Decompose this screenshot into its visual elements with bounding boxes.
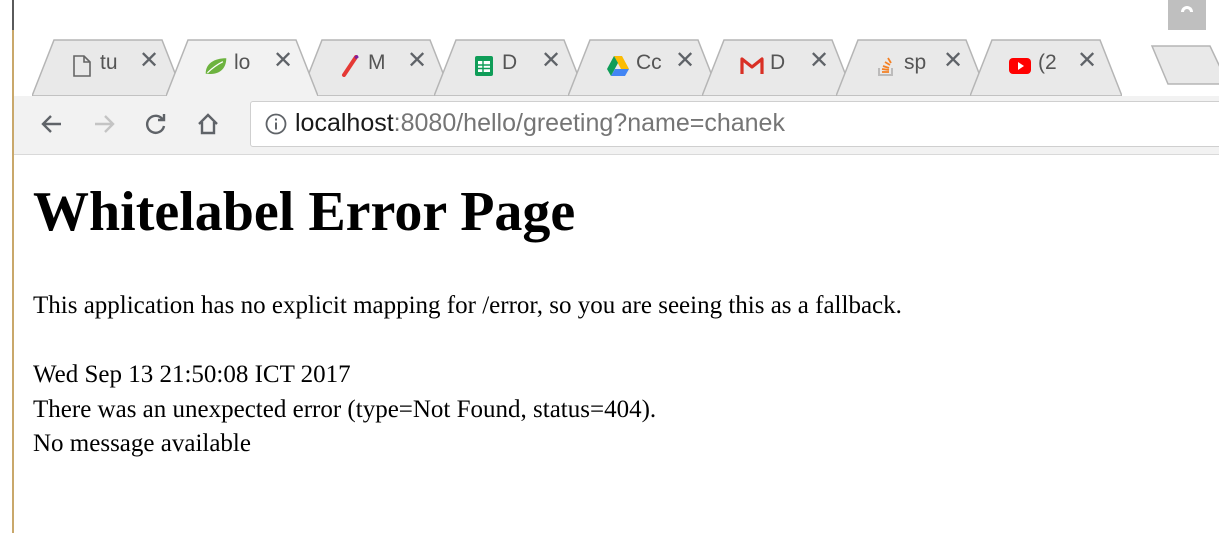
forward-button[interactable] [86, 106, 122, 142]
page-title: Whitelabel Error Page [33, 181, 576, 243]
tab-4[interactable]: D ✕ [434, 38, 586, 96]
tab-title: Cc [636, 51, 662, 74]
pen-icon [338, 54, 362, 78]
sheets-icon [472, 54, 496, 78]
tab-close-icon[interactable]: ✕ [1075, 49, 1099, 73]
url-text: localhost:8080/hello/greeting?name=chane… [295, 109, 785, 138]
tab-2-active[interactable]: lo ✕ [166, 38, 318, 96]
info-icon[interactable] [265, 113, 287, 135]
browser-toolbar: localhost:8080/hello/greeting?name=chane… [14, 96, 1219, 155]
tab-title: M [368, 51, 386, 74]
back-arrow-icon [41, 115, 61, 133]
page-icon [70, 54, 94, 78]
back-button[interactable] [34, 106, 70, 142]
tab-close-icon[interactable]: ✕ [271, 49, 295, 73]
tab-close-icon[interactable]: ✕ [807, 49, 831, 73]
tab-title: lo [234, 51, 251, 74]
spring-leaf-icon [204, 54, 228, 78]
tab-close-icon[interactable]: ✕ [539, 49, 563, 73]
gmail-icon [740, 54, 764, 78]
reload-icon [146, 114, 166, 134]
tab-3[interactable]: M ✕ [300, 38, 452, 96]
tab-close-icon[interactable]: ✕ [405, 49, 429, 73]
explanation-text: This application has no explicit mapping… [33, 292, 902, 319]
timestamp-text: Wed Sep 13 21:50:08 ICT 2017 [33, 361, 351, 388]
tab-close-icon[interactable]: ✕ [137, 49, 161, 73]
reload-button[interactable] [138, 106, 174, 142]
tab-close-icon[interactable]: ✕ [673, 49, 697, 73]
error-detail-text: There was an unexpected error (type=Not … [33, 396, 657, 423]
profile-icon[interactable] [1168, 0, 1206, 30]
tab-strip: tu ✕ lo ✕ M ✕ D ✕ Cc ✕ D ✕ sp ✕ (2 ✕ [14, 0, 1219, 96]
tab-5[interactable]: Cc ✕ [568, 38, 720, 96]
forward-arrow-icon [95, 115, 115, 133]
tab-title: sp [904, 51, 927, 74]
new-tab-button[interactable] [1150, 44, 1219, 86]
url-path: :8080/hello/greeting?name=chanek [393, 109, 785, 137]
tab-title: D [770, 51, 786, 74]
youtube-icon [1008, 54, 1032, 78]
tab-1[interactable]: tu ✕ [32, 38, 184, 96]
error-message-text: No message available [33, 430, 251, 457]
tab-6[interactable]: D ✕ [702, 38, 854, 96]
tab-title: (2 [1038, 51, 1057, 74]
tab-title: tu [100, 51, 118, 74]
address-bar[interactable]: localhost:8080/hello/greeting?name=chane… [250, 101, 1219, 147]
home-button[interactable] [190, 106, 226, 142]
home-icon [198, 113, 218, 135]
stackoverflow-icon [874, 54, 898, 78]
drive-icon [606, 54, 630, 78]
tab-close-icon[interactable]: ✕ [941, 49, 965, 73]
tab-7[interactable]: sp ✕ [836, 38, 988, 96]
tab-title: D [502, 51, 518, 74]
tab-8[interactable]: (2 ✕ [970, 38, 1122, 96]
url-host: localhost [295, 109, 394, 137]
